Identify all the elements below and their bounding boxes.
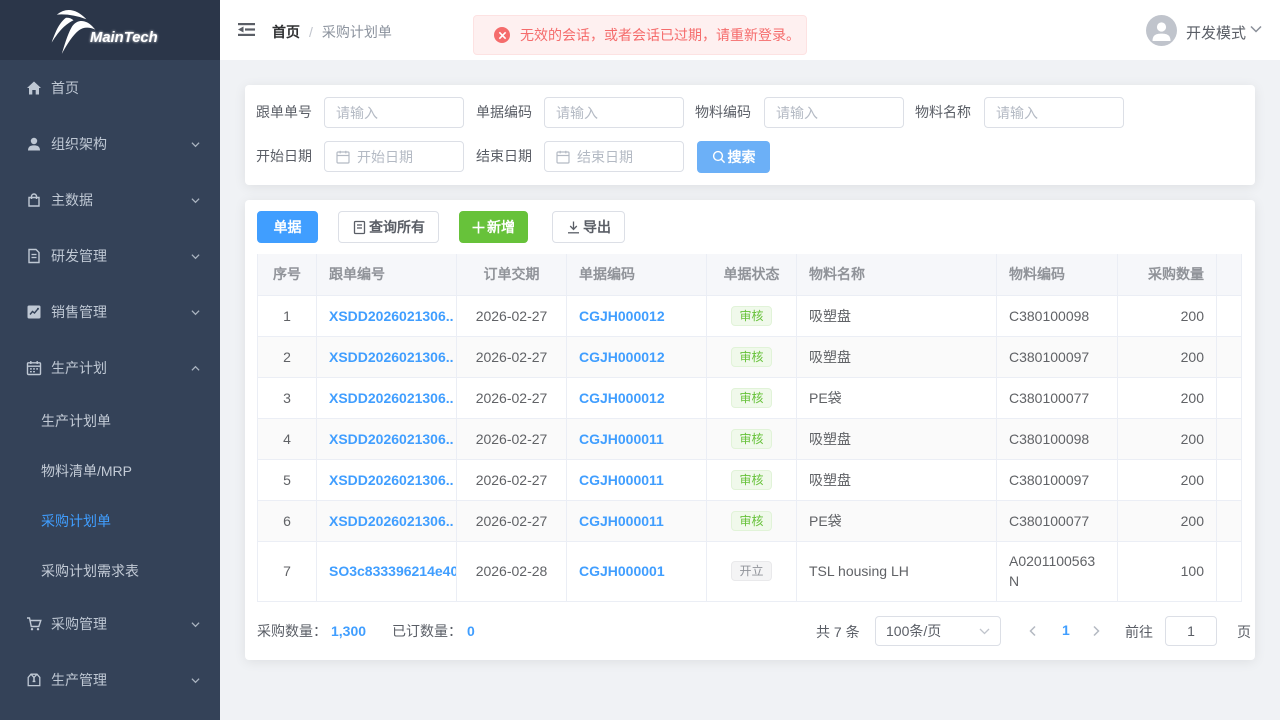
svg-text:MainTech: MainTech [90, 30, 158, 46]
